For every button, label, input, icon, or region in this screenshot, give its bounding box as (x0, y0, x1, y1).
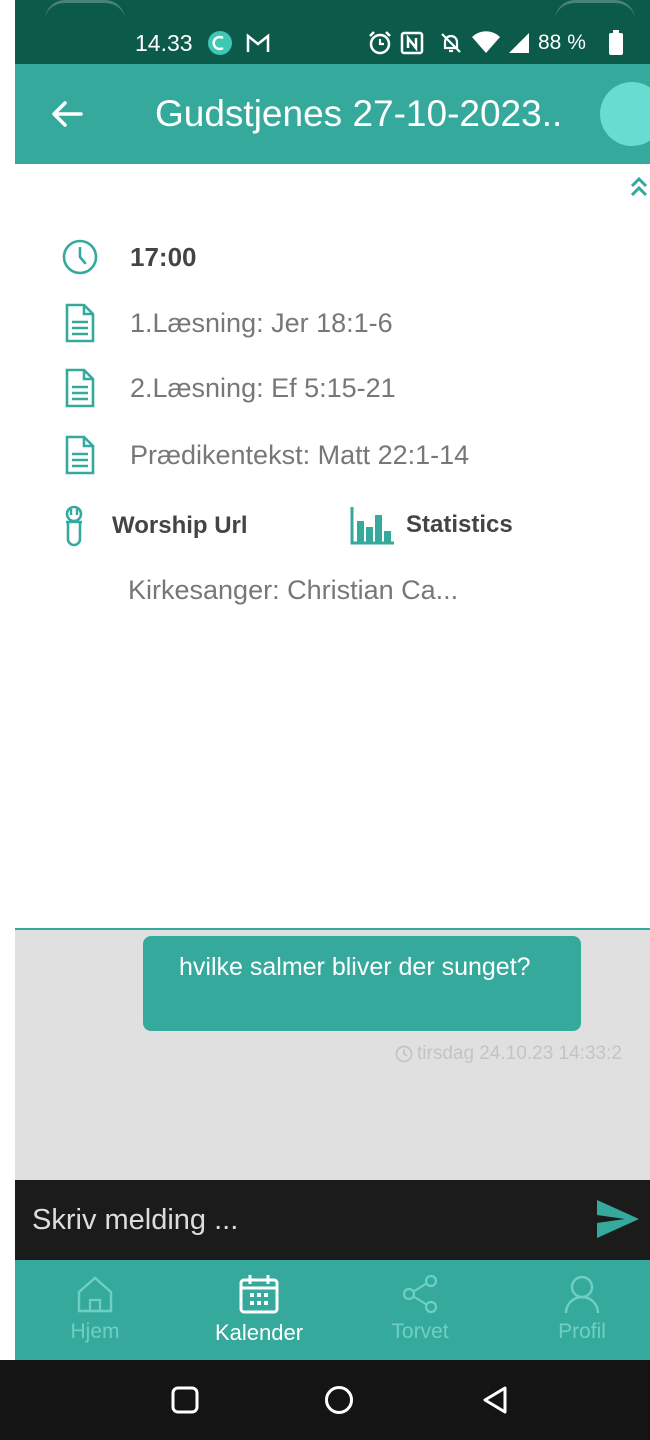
nav-label: Kalender (214, 1320, 304, 1345)
wifi-icon (470, 30, 502, 56)
battery-icon (605, 30, 627, 56)
calendar-icon (237, 1272, 281, 1316)
message-input[interactable] (15, 1180, 575, 1260)
clock-icon (60, 237, 100, 277)
chat-message-bubble: hvilke salmer bliver der sunget? (143, 936, 581, 1031)
home-button[interactable] (319, 1380, 359, 1420)
reading-2: 2.Læsning: Ef 5:15-21 (130, 372, 396, 403)
back-button[interactable] (475, 1380, 515, 1420)
recents-button[interactable] (165, 1380, 205, 1420)
share-icon (398, 1272, 442, 1316)
service-time-row: 17:00 (60, 237, 197, 277)
worship-url-label: Worship Url (112, 512, 248, 539)
nav-item-home[interactable]: Hjem (15, 1260, 175, 1360)
status-bar: 14.33 88 % (15, 0, 650, 64)
signal-icon (505, 30, 533, 56)
clock-icon (395, 1045, 413, 1063)
profile-icon (560, 1272, 604, 1316)
gmail-icon (243, 30, 273, 56)
send-icon[interactable] (595, 1198, 641, 1240)
avatar[interactable] (600, 82, 650, 146)
mute-icon (437, 30, 465, 56)
battery-level: 88 % (538, 31, 586, 54)
system-nav-bar (0, 1360, 650, 1440)
nfc-icon (398, 30, 426, 56)
home-icon (73, 1272, 117, 1316)
document-icon (60, 368, 100, 408)
app-bar: Gudstjenes 27-10-2023.. (15, 64, 650, 164)
reading-1: 1.Læsning: Jer 18:1-6 (130, 307, 393, 338)
bottom-nav: Hjem Kalender Torvet Profil (15, 1260, 650, 1360)
church-singer: Kirkesanger: Christian Ca... (128, 575, 459, 605)
message-timestamp: tirsdag 24.10.23 14:33:2 (395, 1043, 622, 1065)
nav-item-torvet[interactable]: Torvet (340, 1260, 500, 1360)
nav-label: Torvet (391, 1320, 449, 1343)
statistics-label: Statistics (406, 511, 513, 538)
screen-corner (555, 0, 635, 25)
plug-icon (62, 505, 86, 547)
back-arrow-icon[interactable] (47, 94, 87, 134)
frame-edge (0, 0, 15, 1440)
page-title: Gudstjenes 27-10-2023.. (155, 93, 563, 134)
document-icon (60, 435, 100, 475)
screen-corner (45, 0, 125, 25)
chat-bubble-icon (205, 30, 235, 56)
sermon-text: Prædikentekst: Matt 22:1-14 (130, 439, 470, 470)
reading-row: 1.Læsning: Jer 18:1-6 (60, 303, 393, 343)
reading-row: 2.Læsning: Ef 5:15-21 (60, 368, 396, 408)
nav-label: Hjem (70, 1320, 120, 1343)
document-icon (60, 303, 100, 343)
sermon-row: Prædikentekst: Matt 22:1-14 (60, 435, 469, 475)
chat-area: hvilke salmer bliver der sunget? tirsdag… (15, 928, 650, 1182)
nav-item-calendar[interactable]: Kalender (179, 1260, 339, 1360)
message-input-bar (15, 1180, 650, 1260)
alarm-icon (365, 30, 395, 56)
message-time-text: tirsdag 24.10.23 14:33:2 (417, 1043, 622, 1064)
collapse-chevron-icon[interactable] (628, 174, 650, 200)
statistics-link[interactable]: Statistics (350, 505, 513, 545)
service-time: 17:00 (130, 241, 197, 272)
bar-chart-icon (350, 505, 396, 545)
worship-url-link[interactable]: Worship Url (62, 505, 248, 547)
nav-label: Profil (558, 1320, 606, 1343)
nav-item-profile[interactable]: Profil (502, 1260, 650, 1360)
status-time: 14.33 (135, 30, 193, 56)
